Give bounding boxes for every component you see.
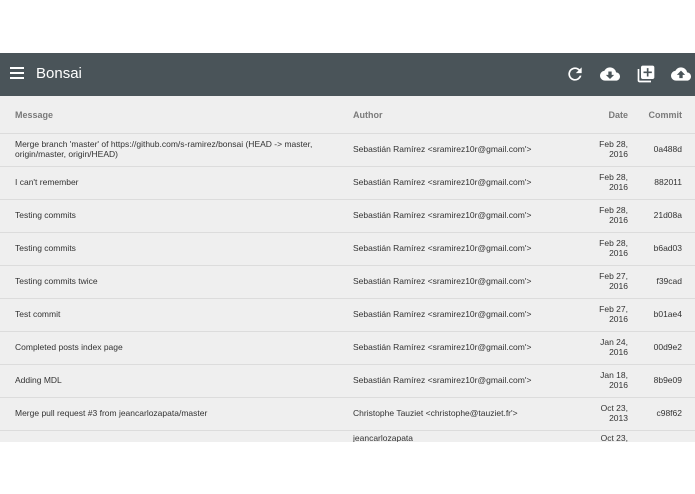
commit-hash: 00d9e2	[628, 331, 695, 365]
commit-date-year: 2016	[609, 380, 628, 390]
header-date[interactable]: Date	[568, 96, 628, 134]
commit-hash: 882011	[628, 166, 695, 200]
commit-author: Sebastián Ramírez <sramirez10r@gmail.com…	[353, 166, 568, 200]
header-commit[interactable]: Commit	[628, 96, 695, 134]
commit-date-year: 2016	[609, 314, 628, 324]
app-title: Bonsai	[36, 65, 82, 82]
commit-date-md: Feb 27,	[599, 271, 628, 282]
commit-message: Testing commits	[0, 199, 353, 233]
commit-author: jeancarlozapata	[353, 430, 568, 442]
commit-hash: 8b9e09	[628, 364, 695, 398]
commit-hash: b01ae4	[628, 298, 695, 332]
commit-date-md: Feb 28,	[599, 172, 628, 183]
commit-message: Testing commits twice	[0, 265, 353, 299]
commit-message: Completed posts index page	[0, 331, 353, 365]
refresh-icon[interactable]	[565, 64, 585, 84]
commit-date-md: Feb 28,	[599, 205, 628, 216]
commit-date-md: Jan 18,	[600, 370, 628, 381]
commit-date-md: Feb 28,	[599, 139, 628, 150]
table-header-row: Message Author Date Commit	[0, 96, 695, 134]
commit-author: Sebastián Ramírez <sramirez10r@gmail.com…	[353, 133, 568, 167]
commit-message	[0, 430, 353, 442]
commit-date: Feb 28, 2016	[568, 133, 628, 167]
commit-date-md: Feb 27,	[599, 304, 628, 315]
cloud-upload-icon[interactable]	[671, 64, 691, 84]
commit-date-year: 2016	[609, 215, 628, 225]
table-row[interactable]: Testing commits Sebastián Ramírez <srami…	[0, 232, 695, 266]
commit-date-md: Feb 28,	[599, 238, 628, 249]
commit-author: Christophe Tauziet <christophe@tauziet.f…	[353, 397, 568, 431]
commit-author: Sebastián Ramírez <sramirez10r@gmail.com…	[353, 298, 568, 332]
commit-date: Feb 27, 2016	[568, 298, 628, 332]
commit-date: Jan 18, 2016	[568, 364, 628, 398]
add-box-icon[interactable]	[636, 64, 656, 84]
header-message[interactable]: Message	[0, 96, 353, 134]
commit-hash: 0a488d	[628, 133, 695, 167]
commit-hash: b6ad03	[628, 232, 695, 266]
commit-table-container[interactable]: Message Author Date Commit Merge branch …	[0, 96, 695, 442]
commit-date-md: Jan 24,	[600, 337, 628, 348]
table-row[interactable]: Testing commits Sebastián Ramírez <srami…	[0, 199, 695, 233]
commit-hash	[628, 430, 695, 442]
commit-date-year: 2013	[609, 413, 628, 423]
table-row[interactable]: I can't remember Sebastián Ramírez <sram…	[0, 166, 695, 200]
table-row[interactable]: jeancarlozapata Oct 23,	[0, 430, 695, 442]
commit-date-md: Oct 23,	[600, 433, 628, 442]
commit-date-year: 2016	[609, 248, 628, 258]
app-bar: Bonsai	[0, 53, 695, 96]
table-row[interactable]: Merge pull request #3 from jeancarlozapa…	[0, 397, 695, 431]
commit-author: Sebastián Ramírez <sramirez10r@gmail.com…	[353, 331, 568, 365]
commit-date: Feb 28, 2016	[568, 232, 628, 266]
commit-message: I can't remember	[0, 166, 353, 200]
commit-message: Testing commits	[0, 232, 353, 266]
commit-date: Feb 27, 2016	[568, 265, 628, 299]
commit-table: Message Author Date Commit Merge branch …	[0, 96, 695, 442]
cloud-download-icon[interactable]	[600, 64, 620, 84]
commit-message: Adding MDL	[0, 364, 353, 398]
table-row[interactable]: Merge branch 'master' of https://github.…	[0, 133, 695, 167]
commit-hash: c98f62	[628, 397, 695, 431]
commit-hash: 21d08a	[628, 199, 695, 233]
commit-hash: f39cad	[628, 265, 695, 299]
commit-message: Merge branch 'master' of https://github.…	[0, 133, 353, 167]
commit-message: Test commit	[0, 298, 353, 332]
table-row[interactable]: Testing commits twice Sebastián Ramírez …	[0, 265, 695, 299]
commit-date-year: 2016	[609, 281, 628, 291]
commit-author: Sebastián Ramírez <sramirez10r@gmail.com…	[353, 364, 568, 398]
commit-date: Feb 28, 2016	[568, 199, 628, 233]
table-row[interactable]: Completed posts index page Sebastián Ram…	[0, 331, 695, 365]
commit-message: Merge pull request #3 from jeancarlozapa…	[0, 397, 353, 431]
commit-author: Sebastián Ramírez <sramirez10r@gmail.com…	[353, 265, 568, 299]
commit-date: Oct 23, 2013	[568, 397, 628, 431]
commit-date-year: 2016	[609, 347, 628, 357]
menu-icon[interactable]	[10, 67, 24, 81]
commit-author: Sebastián Ramírez <sramirez10r@gmail.com…	[353, 232, 568, 266]
commit-author: Sebastián Ramírez <sramirez10r@gmail.com…	[353, 199, 568, 233]
commit-date: Oct 23,	[568, 430, 628, 442]
commit-date-md: Oct 23,	[600, 403, 628, 414]
commit-date-year: 2016	[609, 182, 628, 192]
table-row[interactable]: Adding MDL Sebastián Ramírez <sramirez10…	[0, 364, 695, 398]
commit-date-year: 2016	[609, 149, 628, 159]
table-row[interactable]: Test commit Sebastián Ramírez <sramirez1…	[0, 298, 695, 332]
commit-date: Jan 24, 2016	[568, 331, 628, 365]
commit-date: Feb 28, 2016	[568, 166, 628, 200]
header-author[interactable]: Author	[353, 96, 568, 134]
